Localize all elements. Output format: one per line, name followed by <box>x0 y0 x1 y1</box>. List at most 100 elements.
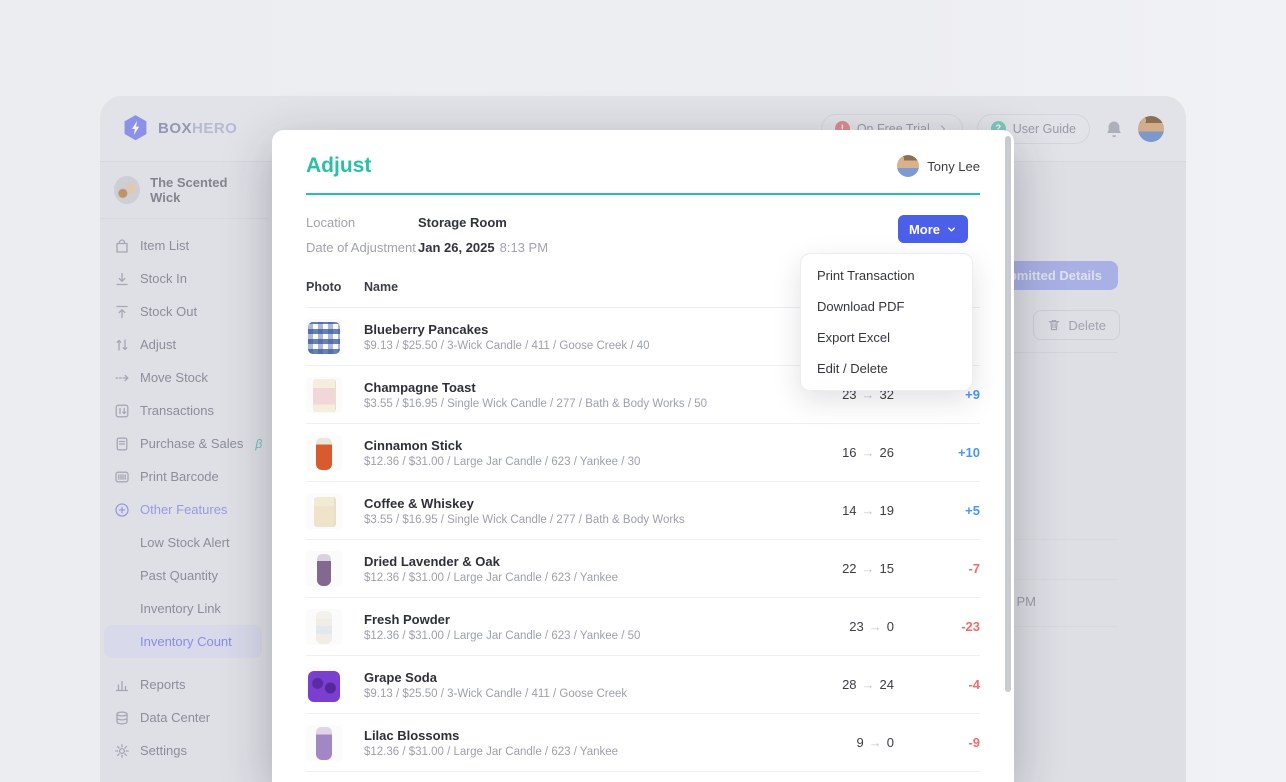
adjust-icon <box>114 337 130 353</box>
menu-item-export-excel[interactable]: Export Excel <box>801 322 972 353</box>
user-avatar[interactable] <box>1138 116 1164 142</box>
quantity-change: 23→0 <box>784 619 894 634</box>
product-photo <box>306 667 342 703</box>
sidebar-item-inventory-link[interactable]: Inventory Link <box>100 592 268 625</box>
product-photo <box>306 493 342 529</box>
user-avatar <box>897 155 919 177</box>
more-button[interactable]: More <box>898 215 968 243</box>
product-details: $3.55 / $16.95 / Single Wick Candle / 27… <box>364 514 784 526</box>
sidebar-nav: Item List Stock In Stock Out Adjust Move Sto… <box>100 219 268 767</box>
meta-time: 8:13 PM <box>500 240 548 255</box>
product-details: $12.36 / $31.00 / Large Jar Candle / 623… <box>364 456 784 468</box>
table-row[interactable]: Fresh Powder$12.36 / $31.00 / Large Jar … <box>306 598 980 656</box>
menu-item-edit-delete[interactable]: Edit / Delete <box>801 353 972 384</box>
product-photo <box>306 609 342 645</box>
delete-label: Delete <box>1068 318 1106 333</box>
delete-button[interactable]: Delete <box>1033 310 1120 340</box>
trash-icon <box>1047 318 1061 332</box>
beta-badge: β <box>255 437 262 451</box>
adjust-detail-modal: Adjust Tony Lee Location Storage Room Da… <box>272 130 1014 782</box>
sidebar-item-print-barcode[interactable]: Print Barcode <box>100 460 268 493</box>
database-icon <box>114 710 130 726</box>
workspace-name: The Scented Wick <box>150 175 254 205</box>
workspace-switcher[interactable]: The Scented Wick <box>100 162 268 219</box>
sidebar-item-adjust[interactable]: Adjust <box>100 328 268 361</box>
sidebar-item-label: Purchase & Sales <box>140 436 243 451</box>
product-name: Blueberry Pancakes <box>364 322 784 337</box>
sidebar-item-label: Past Quantity <box>140 568 218 583</box>
sidebar-item-past-quantity[interactable]: Past Quantity <box>100 559 268 592</box>
stock-out-icon <box>114 304 130 320</box>
move-icon <box>114 370 130 386</box>
arrow-right-icon: → <box>862 677 875 692</box>
sidebar-item-label: Stock In <box>140 271 187 286</box>
sidebar-item-other-features[interactable]: Other Features <box>100 493 268 526</box>
sidebar-item-label: Reports <box>140 677 186 692</box>
sidebar-item-label: Move Stock <box>140 370 208 385</box>
sidebar-item-stock-out[interactable]: Stock Out <box>100 295 268 328</box>
product-photo <box>306 551 342 587</box>
boxhero-logo: BOXHERO <box>122 114 237 143</box>
product-name: Lilac Blossoms <box>364 728 784 743</box>
sidebar-item-purchase-sales[interactable]: Purchase & Sales β <box>100 427 268 460</box>
boxhero-hexagon-icon <box>122 114 149 143</box>
modal-title: Adjust <box>306 154 371 178</box>
meta-value: Jan 26, 2025 <box>418 240 495 255</box>
table-row[interactable]: Dried Lavender & Oak$12.36 / $31.00 / La… <box>306 540 980 598</box>
sidebar-item-inventory-count[interactable]: Inventory Count <box>104 625 262 658</box>
user-name: Tony Lee <box>927 159 980 174</box>
more-label: More <box>909 222 940 237</box>
change-delta: +5 <box>894 503 980 518</box>
table-row[interactable]: Coffee & Whiskey $3.55 / $16.95 / Single … <box>306 482 980 540</box>
sidebar-item-move-stock[interactable]: Move Stock <box>100 361 268 394</box>
sidebar-item-reports[interactable]: Reports <box>100 668 268 701</box>
sidebar-item-label: Stock Out <box>140 304 197 319</box>
sidebar-item-low-stock-alert[interactable]: Low Stock Alert <box>100 526 268 559</box>
product-photo <box>306 725 342 761</box>
notifications-bell-icon[interactable] <box>1104 119 1124 139</box>
sidebar-item-label: Transactions <box>140 403 214 418</box>
change-delta: -7 <box>894 561 980 576</box>
arrow-right-icon: → <box>869 735 882 750</box>
menu-item-download-pdf[interactable]: Download PDF <box>801 291 972 322</box>
product-name: Champagne Toast <box>364 380 784 395</box>
table-row[interactable]: Cinnamon Stick$12.36 / $31.00 / Large Ja… <box>306 424 980 482</box>
product-name: Coffee & Whiskey <box>364 496 784 511</box>
menu-item-print-transaction[interactable]: Print Transaction <box>801 260 972 291</box>
product-details: $12.36 / $31.00 / Large Jar Candle / 623… <box>364 630 784 642</box>
workspace-avatar <box>114 176 140 204</box>
product-name: Dried Lavender & Oak <box>364 554 784 569</box>
more-dropdown-menu: Print TransactionDownload PDFExport Exce… <box>800 253 973 391</box>
change-delta: -9 <box>894 735 980 750</box>
submitted-by-user: Tony Lee <box>897 155 980 177</box>
gear-icon <box>114 743 130 759</box>
column-photo: Photo <box>306 280 364 294</box>
transactions-icon <box>114 403 130 419</box>
sidebar-item-transactions[interactable]: Transactions <box>100 394 268 427</box>
sidebar-item-data-center[interactable]: Data Center <box>100 701 268 734</box>
arrow-right-icon: → <box>862 445 875 460</box>
table-row[interactable]: Grape Soda$9.13 / $25.50 / 3-Wick Candle… <box>306 656 980 714</box>
product-details: $3.55 / $16.95 / Single Wick Candle / 27… <box>364 398 784 410</box>
meta-label: Date of Adjustment <box>306 240 418 255</box>
sidebar-item-label: Settings <box>140 743 187 758</box>
document-icon <box>114 436 130 452</box>
sidebar-item-item-list[interactable]: Item List <box>100 229 268 262</box>
sidebar: The Scented Wick Item List Stock In Stock … <box>100 162 268 782</box>
sidebar-item-stock-in[interactable]: Stock In <box>100 262 268 295</box>
arrow-right-icon: → <box>869 619 882 634</box>
sidebar-item-label: Item List <box>140 238 189 253</box>
product-details: $9.13 / $25.50 / 3-Wick Candle / 411 / G… <box>364 340 784 352</box>
barcode-icon <box>114 469 130 485</box>
table-row[interactable]: Lilac Blossoms$12.36 / $31.00 / Large Ja… <box>306 714 980 772</box>
sidebar-item-label: Inventory Link <box>140 601 221 616</box>
stock-in-icon <box>114 271 130 287</box>
sidebar-item-settings[interactable]: Settings <box>100 734 268 767</box>
chevron-down-icon <box>946 224 957 235</box>
product-photo <box>306 377 342 413</box>
brand-name: BOXHERO <box>158 120 237 137</box>
modal-scrollbar[interactable] <box>1005 136 1011 692</box>
meta-value: Storage Room <box>418 215 507 230</box>
sidebar-item-label: Adjust <box>140 337 176 352</box>
product-details: $9.13 / $25.50 / 3-Wick Candle / 411 / G… <box>364 688 784 700</box>
